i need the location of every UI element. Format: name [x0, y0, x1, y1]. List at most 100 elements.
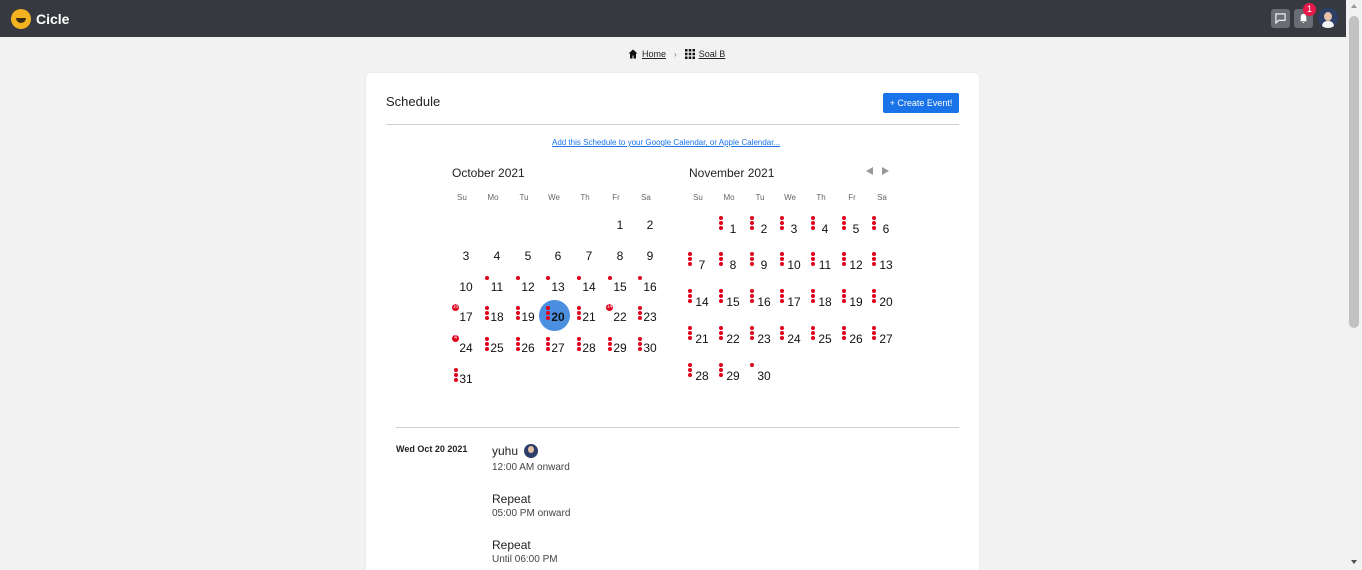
chevron-right-icon[interactable] [882, 167, 889, 175]
event-dot [688, 373, 692, 377]
calendar-day[interactable]: 6 [874, 222, 898, 236]
calendar-day[interactable]: 5 [516, 249, 540, 263]
event-time: Until 06:00 PM [492, 554, 558, 565]
calendar-day[interactable]: 17 [782, 295, 806, 309]
breadcrumb-team-link[interactable]: Soal B [699, 49, 726, 59]
cicle-logo-icon[interactable] [11, 9, 31, 29]
calendar-day[interactable]: 30 [752, 369, 776, 383]
calendar-day[interactable]: 15 [608, 280, 632, 294]
calendar-day[interactable]: 6 [546, 249, 570, 263]
event-dot [842, 252, 846, 256]
calendar-day[interactable]: 20 [874, 295, 898, 309]
event-dot [719, 252, 723, 256]
event-dot [485, 337, 489, 341]
event-dot [719, 257, 723, 261]
calendar-day[interactable]: 2 [638, 218, 662, 232]
event-dot [750, 294, 754, 298]
calendar-day[interactable]: 28 [690, 369, 714, 383]
calendar-day[interactable]: 12 [516, 280, 540, 294]
calendar-day[interactable]: 9 [752, 258, 776, 272]
event-dot [842, 294, 846, 298]
event-dot [872, 331, 876, 335]
calendar-day[interactable]: 7 [690, 258, 714, 272]
event-dot [842, 331, 846, 335]
calendar-day[interactable]: 8 [608, 249, 632, 263]
calendar-day[interactable]: 13 [546, 280, 570, 294]
calendar-day[interactable]: 10 [782, 258, 806, 272]
event-dot [842, 262, 846, 266]
calendar-day[interactable]: 8 [721, 258, 745, 272]
calendar-day[interactable]: 24 [454, 341, 478, 355]
event-title[interactable]: Repeat [492, 492, 531, 506]
calendar-day[interactable]: 7 [577, 249, 601, 263]
calendar-day[interactable]: 18 [813, 295, 837, 309]
calendar-day[interactable]: 22 [608, 310, 632, 324]
event-dot [750, 262, 754, 266]
event-dot [577, 342, 581, 346]
event-dot [872, 252, 876, 256]
calendar-day[interactable]: 22 [721, 332, 745, 346]
calendar-day[interactable]: 3 [782, 222, 806, 236]
calendar-day[interactable]: 3 [454, 249, 478, 263]
scroll-up-arrow[interactable] [1351, 4, 1357, 8]
calendar-day[interactable]: 29 [721, 369, 745, 383]
calendar-day[interactable]: 11 [485, 280, 509, 294]
chat-button[interactable] [1271, 9, 1290, 28]
scrollbar-thumb[interactable] [1349, 16, 1359, 328]
event-dot [638, 306, 642, 310]
event-dot [750, 226, 754, 230]
event-dot [842, 326, 846, 330]
event-title[interactable]: Repeat [492, 538, 531, 552]
event-dot [750, 216, 754, 220]
event-dot [811, 294, 815, 298]
calendar-day[interactable]: 4 [485, 249, 509, 263]
calendar-day[interactable]: 1 [721, 222, 745, 236]
scroll-down-arrow[interactable] [1351, 560, 1357, 564]
calendar-day[interactable]: 2 [752, 222, 776, 236]
calendar-day[interactable]: 25 [813, 332, 837, 346]
event-dot [780, 262, 784, 266]
chevron-left-icon[interactable] [866, 167, 873, 175]
calendar-day[interactable]: 26 [844, 332, 868, 346]
event-dot [872, 262, 876, 266]
calendar-day[interactable]: 14 [690, 295, 714, 309]
calendar-day[interactable]: 24 [782, 332, 806, 346]
event-dot [872, 299, 876, 303]
event-dot [688, 252, 692, 256]
event-dot [638, 316, 642, 320]
event-dot [872, 336, 876, 340]
event-dot [577, 306, 581, 310]
calendar-day[interactable]: 11 [813, 258, 837, 272]
calendar-day[interactable]: 14 [577, 280, 601, 294]
calendar-day[interactable]: 19 [844, 295, 868, 309]
breadcrumb-home-link[interactable]: Home [642, 49, 666, 59]
top-bar [0, 0, 1346, 37]
calendar-day[interactable]: 1 [608, 218, 632, 232]
event-dot [688, 331, 692, 335]
add-to-calendar-link[interactable]: Add this Schedule to your Google Calenda… [552, 138, 780, 147]
event-dot [750, 252, 754, 256]
calendar-day[interactable]: 5 [844, 222, 868, 236]
weekday-header: Su [457, 193, 467, 202]
event-dot [719, 363, 723, 367]
calendar-day[interactable]: 21 [690, 332, 714, 346]
calendar-day[interactable]: 12 [844, 258, 868, 272]
weekday-header: Mo [723, 193, 735, 202]
event-title[interactable]: yuhu [492, 444, 518, 458]
calendar-day[interactable]: 15 [721, 295, 745, 309]
calendar-day[interactable]: 13 [874, 258, 898, 272]
app-name[interactable]: Cicle [36, 11, 69, 27]
create-event-button[interactable]: + Create Event! [883, 93, 959, 113]
event-dot [454, 373, 458, 377]
calendar-day[interactable]: 16 [638, 280, 662, 294]
event-dot [546, 347, 550, 351]
calendar-day[interactable]: 10 [454, 280, 478, 294]
calendar-day[interactable]: 16 [752, 295, 776, 309]
calendar-day[interactable]: 23 [752, 332, 776, 346]
calendar-day[interactable]: 17 [454, 310, 478, 324]
event-dot [546, 276, 550, 280]
calendar-day[interactable]: 9 [638, 249, 662, 263]
calendar-day[interactable]: 4 [813, 222, 837, 236]
calendar-day[interactable]: 27 [874, 332, 898, 346]
user-avatar[interactable] [1318, 8, 1338, 28]
